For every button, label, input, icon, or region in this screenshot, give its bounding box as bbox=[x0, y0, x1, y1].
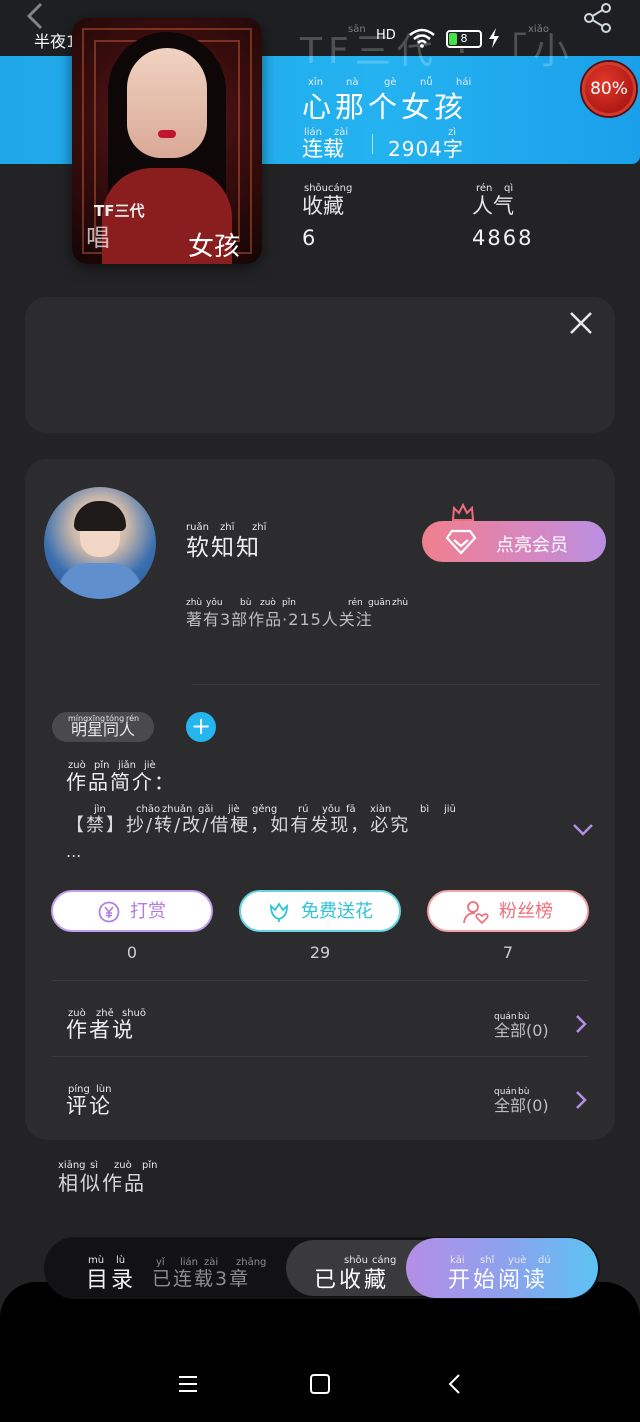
system-nav-bar bbox=[0, 1282, 640, 1422]
serial-chapter-count: 已连载3章 bbox=[152, 1268, 251, 1290]
favorites-label: 收藏 bbox=[302, 194, 344, 218]
popularity-label: 人气 bbox=[472, 194, 514, 218]
collected-label: 已收藏 bbox=[314, 1268, 390, 1293]
activate-vip-button[interactable]: 点亮会员 bbox=[422, 521, 606, 562]
fan-heart-icon bbox=[463, 901, 489, 924]
yen-coin-icon bbox=[98, 901, 120, 923]
book-cover[interactable]: TF三代 唱 女孩 bbox=[72, 18, 262, 264]
comments-title: 评论 bbox=[66, 1094, 112, 1118]
intro-pinyin: jiū bbox=[444, 804, 456, 815]
author-meta-pinyin: zhù bbox=[392, 598, 409, 608]
nav-back-icon[interactable] bbox=[444, 1372, 468, 1396]
cover-title-text: 女孩 bbox=[188, 232, 241, 262]
vip-button-label: 点亮会员 bbox=[496, 535, 568, 556]
cover-figure-face bbox=[127, 48, 207, 158]
serial-status: 连载 bbox=[302, 137, 344, 161]
wifi-icon bbox=[409, 28, 435, 48]
book-title: 心那个女孩 bbox=[302, 90, 468, 124]
author-stats: 著有3部作品·215人关注 bbox=[186, 610, 373, 629]
charging-icon bbox=[489, 28, 499, 48]
send-flower-button[interactable]: 免费送花 bbox=[239, 890, 401, 932]
favorites-value: 6 bbox=[302, 226, 318, 250]
add-tag-button[interactable]: + bbox=[186, 712, 216, 742]
cover-text: 唱 bbox=[86, 224, 110, 252]
tag-pinyin: xīng bbox=[88, 714, 106, 723]
chevron-right-icon[interactable] bbox=[574, 1089, 588, 1111]
fan-ranking-label: 粉丝榜 bbox=[499, 901, 553, 922]
chevron-down-icon[interactable] bbox=[572, 822, 594, 838]
crown-icon bbox=[451, 502, 475, 521]
cover-figure-lips bbox=[158, 130, 176, 138]
tip-button[interactable]: 打赏 bbox=[51, 890, 213, 932]
tip-label: 打赏 bbox=[130, 901, 166, 922]
intro-pinyin: bì bbox=[420, 804, 430, 815]
intro-ellipsis: ... bbox=[66, 842, 82, 861]
send-flower-label: 免费送花 bbox=[301, 901, 373, 922]
toc-label: 目录 bbox=[86, 1268, 137, 1293]
status-divider bbox=[372, 134, 373, 154]
intro-text: 【禁】抄/转/改/借梗，如有发现，必究 bbox=[66, 815, 411, 836]
divider bbox=[52, 1056, 588, 1057]
network-label: HD bbox=[376, 28, 396, 43]
divider bbox=[192, 684, 600, 685]
comments-count: 全部(0) bbox=[494, 1096, 549, 1115]
popularity-value: 4868 bbox=[472, 226, 534, 250]
progress-badge: 80% bbox=[582, 62, 636, 116]
intro-title: 作品简介： bbox=[66, 770, 176, 794]
divider bbox=[52, 980, 588, 981]
tag-pinyin: tóng bbox=[106, 714, 125, 723]
word-count: 2904字 bbox=[388, 137, 464, 161]
ad-banner[interactable] bbox=[25, 297, 615, 433]
tag-pinyin: míng bbox=[68, 714, 89, 723]
start-reading-label: 开始阅读 bbox=[448, 1268, 549, 1293]
chevron-right-icon[interactable] bbox=[574, 1013, 588, 1035]
author-avatar[interactable] bbox=[44, 487, 156, 599]
author-name[interactable]: 软知知 bbox=[186, 528, 261, 562]
diamond-icon bbox=[446, 529, 476, 555]
menu-icon[interactable] bbox=[176, 1372, 200, 1396]
author-notes-count: 全部(0) bbox=[494, 1021, 549, 1040]
tag-pinyin: rén bbox=[126, 714, 140, 723]
tip-count: 0 bbox=[126, 943, 138, 962]
home-square-icon[interactable] bbox=[308, 1372, 332, 1396]
author-notes-title: 作者说 bbox=[66, 1018, 135, 1042]
battery-icon: 8 bbox=[446, 30, 482, 48]
fan-count: 7 bbox=[502, 943, 514, 962]
fan-ranking-button[interactable]: 粉丝榜 bbox=[427, 890, 589, 932]
similar-works-title: 相似作品 bbox=[58, 1171, 146, 1195]
flower-count: 29 bbox=[309, 943, 331, 962]
flower-icon bbox=[270, 902, 288, 922]
close-icon[interactable] bbox=[568, 310, 594, 336]
